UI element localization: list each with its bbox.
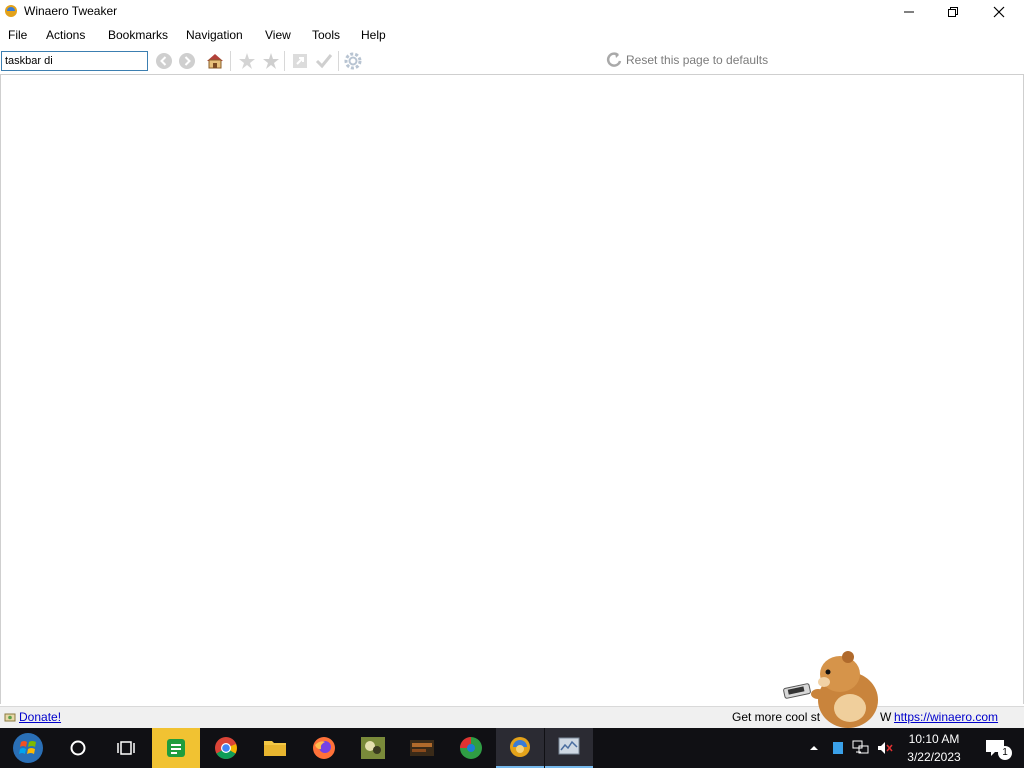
- winaero-app-icon: [4, 4, 18, 18]
- show-hidden-icons-button[interactable]: [804, 738, 824, 758]
- forward-button[interactable]: [177, 51, 197, 71]
- website-link[interactable]: https://winaero.com: [894, 710, 998, 724]
- menu-bookmarks[interactable]: Bookmarks: [108, 28, 168, 42]
- start-button[interactable]: [4, 728, 52, 768]
- main-content-area: [0, 74, 1024, 704]
- home-button[interactable]: [205, 51, 225, 71]
- settings-button[interactable]: [343, 51, 363, 71]
- video-app[interactable]: [398, 728, 446, 768]
- reset-page-label: Reset this page to defaults: [626, 53, 769, 67]
- forward-icon: [179, 53, 195, 69]
- open-button[interactable]: [290, 51, 310, 71]
- system-monitor-icon: [558, 737, 580, 755]
- chrome-icon: [215, 737, 237, 759]
- open-icon: [293, 54, 307, 68]
- reset-page-button[interactable]: Reset this page to defaults: [606, 51, 768, 69]
- add-bookmark-icon: [239, 53, 255, 69]
- notification-count-badge: 1: [998, 746, 1012, 760]
- toolbar-separator: [338, 51, 339, 71]
- notes-app[interactable]: [152, 728, 200, 768]
- toolbar-separator: [284, 51, 285, 71]
- menu-navigation[interactable]: Navigation: [186, 28, 243, 42]
- system-app[interactable]: [545, 728, 593, 768]
- network-icon: [852, 740, 869, 754]
- cortana-search-icon: [70, 740, 86, 756]
- windows-start-icon: [13, 733, 43, 763]
- close-button[interactable]: [976, 0, 1022, 24]
- colorful-app-icon: [460, 737, 482, 759]
- menu-tools[interactable]: Tools: [312, 28, 340, 42]
- game-icon: [361, 737, 385, 759]
- reset-icon: [606, 52, 622, 67]
- minimize-button[interactable]: [886, 0, 932, 24]
- apply-check-icon: [315, 54, 333, 69]
- close-icon: [993, 6, 1005, 18]
- settings-gear-icon: [344, 52, 362, 70]
- video-icon: [410, 740, 434, 756]
- tray-app[interactable]: [828, 738, 848, 758]
- firefox-app[interactable]: [300, 728, 348, 768]
- volume-button[interactable]: [875, 738, 895, 758]
- restore-button[interactable]: [930, 0, 976, 24]
- menu-help[interactable]: Help: [361, 28, 386, 42]
- clock-time: 10:10 AM: [908, 732, 960, 746]
- chevron-up-icon: [810, 746, 818, 750]
- winaero-tweaker-icon: [510, 737, 530, 757]
- apply-button[interactable]: [314, 51, 334, 71]
- add-bookmark-button[interactable]: [237, 51, 257, 71]
- bookmark-star-icon: [263, 53, 279, 69]
- menu-view[interactable]: View: [265, 28, 291, 42]
- menu-actions[interactable]: Actions: [46, 28, 85, 42]
- search-input[interactable]: [1, 51, 148, 71]
- firefox-icon: [313, 737, 335, 759]
- title-bar: [0, 0, 1024, 24]
- back-button[interactable]: [154, 51, 174, 71]
- restore-icon: [948, 7, 958, 17]
- task-view-icon: [117, 741, 135, 755]
- window-title: Winaero Tweaker: [24, 4, 118, 18]
- game-app[interactable]: [349, 728, 397, 768]
- app-red-green[interactable]: [447, 728, 495, 768]
- donate-link[interactable]: Donate!: [19, 710, 61, 724]
- toolbar-separator: [230, 51, 231, 71]
- file-explorer-app[interactable]: [251, 728, 299, 768]
- chrome-app[interactable]: [202, 728, 250, 768]
- donate-icon: [4, 711, 16, 723]
- notes-icon: [167, 739, 185, 757]
- bookmark-star-button[interactable]: [261, 51, 281, 71]
- menu-file[interactable]: File: [8, 28, 27, 42]
- tray-blue-icon: [833, 742, 843, 754]
- hamster-mascot-image: [778, 642, 888, 730]
- search-button[interactable]: [54, 728, 102, 768]
- winaero-tweaker-app[interactable]: [496, 728, 544, 768]
- home-icon: [207, 54, 223, 69]
- folder-icon: [264, 741, 286, 756]
- task-view-button[interactable]: [102, 728, 150, 768]
- volume-muted-icon: [878, 742, 893, 754]
- clock-date: 3/22/2023: [907, 750, 961, 764]
- minimize-icon: [904, 11, 914, 13]
- network-button[interactable]: [851, 738, 871, 758]
- clock[interactable]: 10:10 AM 3/22/2023: [896, 730, 972, 766]
- back-icon: [156, 53, 172, 69]
